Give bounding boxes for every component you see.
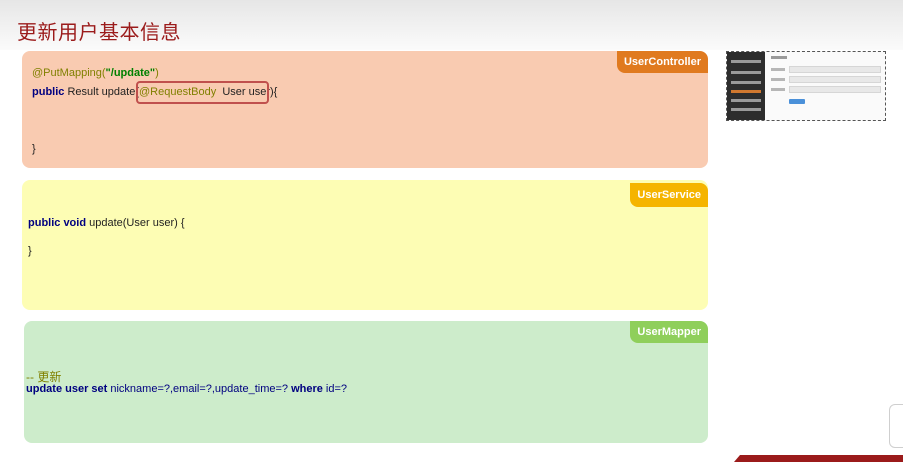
mapper-tag: UserMapper bbox=[630, 321, 708, 343]
service-tag: UserService bbox=[630, 183, 708, 207]
mapper-panel: UserMapper -- 更新 update user set nicknam… bbox=[24, 321, 708, 443]
service-signature: update(User user) { bbox=[86, 217, 185, 229]
side-tab-button[interactable] bbox=[889, 404, 903, 448]
controller-tag: UserController bbox=[616, 51, 708, 73]
mapping-path: "/update" bbox=[105, 67, 156, 79]
method-open: ){ bbox=[270, 86, 278, 98]
page-title: 更新用户基本信息 bbox=[17, 20, 181, 44]
controller-line-1: @PutMapping("/update") bbox=[32, 67, 159, 79]
public-void-keyword: public void bbox=[28, 217, 87, 229]
preview-field-label bbox=[771, 68, 785, 71]
preview-sidebar-item bbox=[731, 81, 761, 84]
controller-line-3: } bbox=[32, 143, 36, 155]
preview-sidebar-item bbox=[731, 71, 761, 74]
preview-field-label bbox=[771, 78, 785, 81]
putmapping-close: ) bbox=[155, 67, 159, 79]
preview-sidebar bbox=[727, 52, 765, 120]
preview-sidebar-item bbox=[731, 60, 761, 63]
preview-submit-button bbox=[789, 99, 805, 104]
preview-header bbox=[771, 56, 787, 59]
sql-where-keyword: where bbox=[291, 383, 323, 395]
preview-sidebar-item bbox=[731, 108, 761, 111]
putmapping-annotation: @PutMapping( bbox=[32, 67, 106, 79]
requestbody-highlight-box bbox=[136, 81, 269, 104]
controller-panel: UserController @PutMapping("/update") pu… bbox=[22, 51, 708, 168]
sql-statement: update user set nickname=?,email=?,updat… bbox=[26, 383, 347, 395]
footer-bar bbox=[734, 455, 903, 462]
preview-field bbox=[789, 86, 881, 93]
service-panel: UserService public void update(User user… bbox=[22, 180, 708, 310]
preview-field bbox=[789, 66, 881, 73]
sql-where-clause: id=? bbox=[322, 383, 348, 395]
service-line-1: public void update(User user) { bbox=[28, 217, 185, 229]
preview-field-label bbox=[771, 88, 785, 91]
ui-preview-thumbnail bbox=[726, 51, 886, 121]
preview-field bbox=[789, 76, 881, 83]
service-line-2: } bbox=[28, 245, 32, 257]
method-signature: Result update( bbox=[64, 86, 139, 98]
preview-sidebar-item bbox=[731, 99, 761, 102]
preview-sidebar-item-active bbox=[731, 90, 761, 93]
sql-set-clause: nickname=?,email=?,update_time=? bbox=[107, 383, 292, 395]
public-keyword: public bbox=[32, 86, 65, 98]
sql-update-keyword: update user set bbox=[26, 383, 108, 395]
